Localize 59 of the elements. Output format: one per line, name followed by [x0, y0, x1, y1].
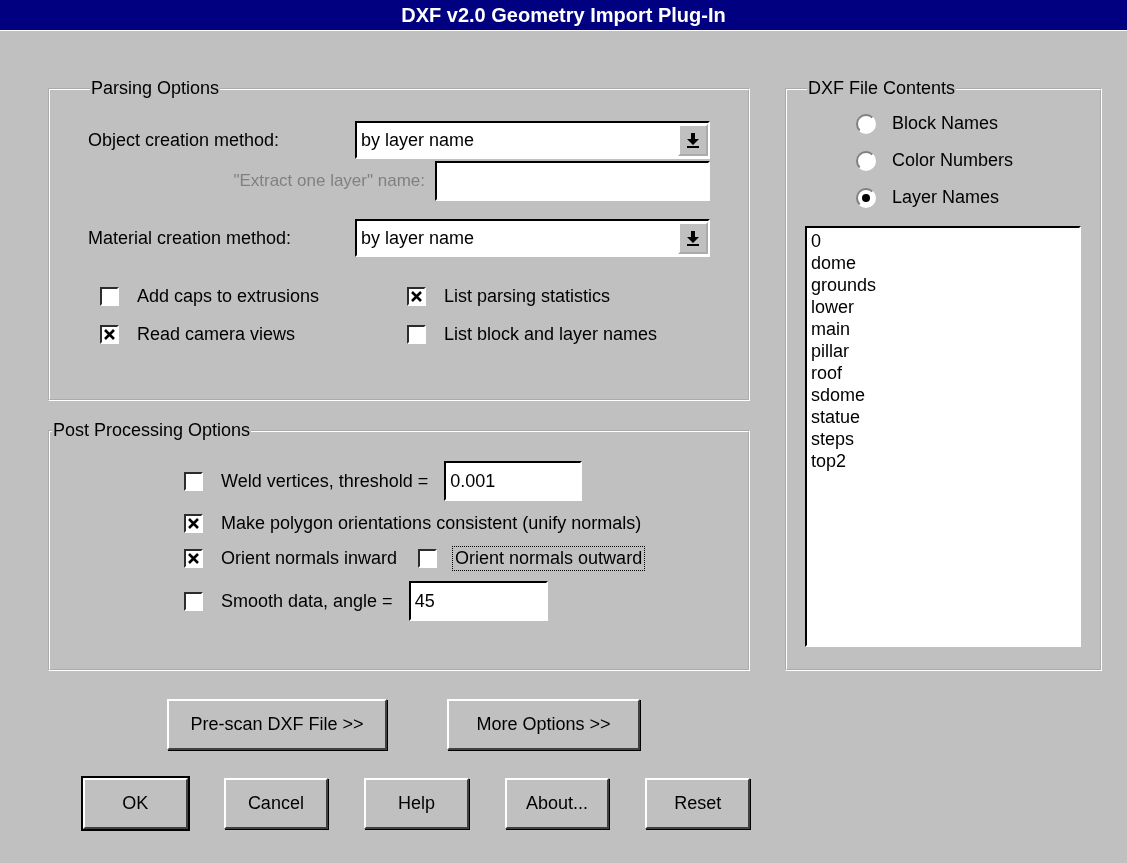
list-item[interactable]: roof [811, 362, 1075, 384]
cross-mark-icon [104, 329, 115, 340]
field-label: Object creation method: [88, 129, 281, 151]
checkbox-label[interactable]: Add caps to extrusions [134, 284, 323, 309]
checkbox[interactable] [184, 514, 203, 533]
checkbox-label[interactable]: Orient normals inward [218, 546, 401, 571]
list-box[interactable]: 0 dome grounds lower main pillar roof sdome statue steps top2 [805, 226, 1081, 647]
list-item[interactable]: lower [811, 296, 1075, 318]
checkbox-label[interactable]: List block and layer names [441, 322, 661, 347]
input-field[interactable] [435, 161, 710, 201]
dialog-button[interactable]: Reset [645, 778, 750, 829]
list-item[interactable]: top2 [811, 450, 1075, 472]
dropdown[interactable]: by layer name [355, 219, 710, 257]
list-item[interactable]: 0 [811, 230, 1075, 252]
list-item[interactable]: steps [811, 428, 1075, 450]
checkbox[interactable] [100, 287, 119, 306]
list-item[interactable]: main [811, 318, 1075, 340]
group-title: DXF File Contents [807, 78, 957, 99]
group-title: Post Processing Options [52, 420, 252, 441]
input-field[interactable]: 45 [408, 581, 548, 621]
checkbox-label[interactable]: Make polygon orientations consistent (unify normals) [218, 511, 645, 536]
cross-mark-icon [188, 553, 199, 564]
radio-label[interactable]: Block Names [889, 111, 1002, 136]
dialog-button[interactable]: Pre-scan DXF File >> [167, 699, 387, 750]
radio-button[interactable] [856, 150, 876, 171]
window-title: DXF v2.0 Geometry Import Plug-In [401, 3, 726, 27]
checkbox[interactable] [407, 287, 426, 306]
list-item[interactable]: sdome [811, 384, 1075, 406]
list-item[interactable]: pillar [811, 340, 1075, 362]
list-item[interactable]: dome [811, 252, 1075, 274]
dialog-button[interactable]: OK [83, 778, 188, 829]
radio-label[interactable]: Layer Names [889, 185, 1003, 210]
radio-button[interactable] [856, 113, 876, 134]
checkbox[interactable] [184, 549, 203, 568]
radio-label[interactable]: Color Numbers [889, 148, 1017, 173]
list-item[interactable]: statue [811, 406, 1075, 428]
checkbox[interactable] [184, 591, 203, 611]
checkbox[interactable] [407, 325, 426, 344]
radio-button[interactable] [856, 187, 876, 208]
dialog-button[interactable]: More Options >> [447, 699, 640, 750]
cross-mark-icon [188, 518, 199, 529]
dialog-button[interactable]: Help [364, 778, 469, 829]
checkbox-label[interactable]: Orient normals outward [452, 546, 646, 571]
dialog-button[interactable]: About... [504, 778, 610, 829]
field-label: Material creation method: [88, 227, 293, 249]
checkbox-label[interactable]: Read camera views [134, 322, 299, 347]
input-field[interactable]: 0.001 [444, 461, 583, 501]
dialog-button[interactable]: Cancel [223, 778, 329, 829]
checkbox-label[interactable]: Smooth data, angle = [218, 588, 396, 614]
checkbox-label[interactable]: List parsing statistics [441, 284, 614, 309]
list-item[interactable]: grounds [811, 274, 1075, 296]
dropdown[interactable]: by layer name [355, 121, 710, 159]
field-label: "Extract one layer" name: [232, 171, 426, 191]
cross-mark-icon [411, 291, 422, 302]
checkbox[interactable] [184, 471, 203, 491]
group-title: Parsing Options [90, 78, 221, 99]
checkbox[interactable] [418, 549, 438, 568]
checkbox[interactable] [100, 325, 119, 344]
checkbox-label[interactable]: Weld vertices, threshold = [218, 468, 432, 494]
